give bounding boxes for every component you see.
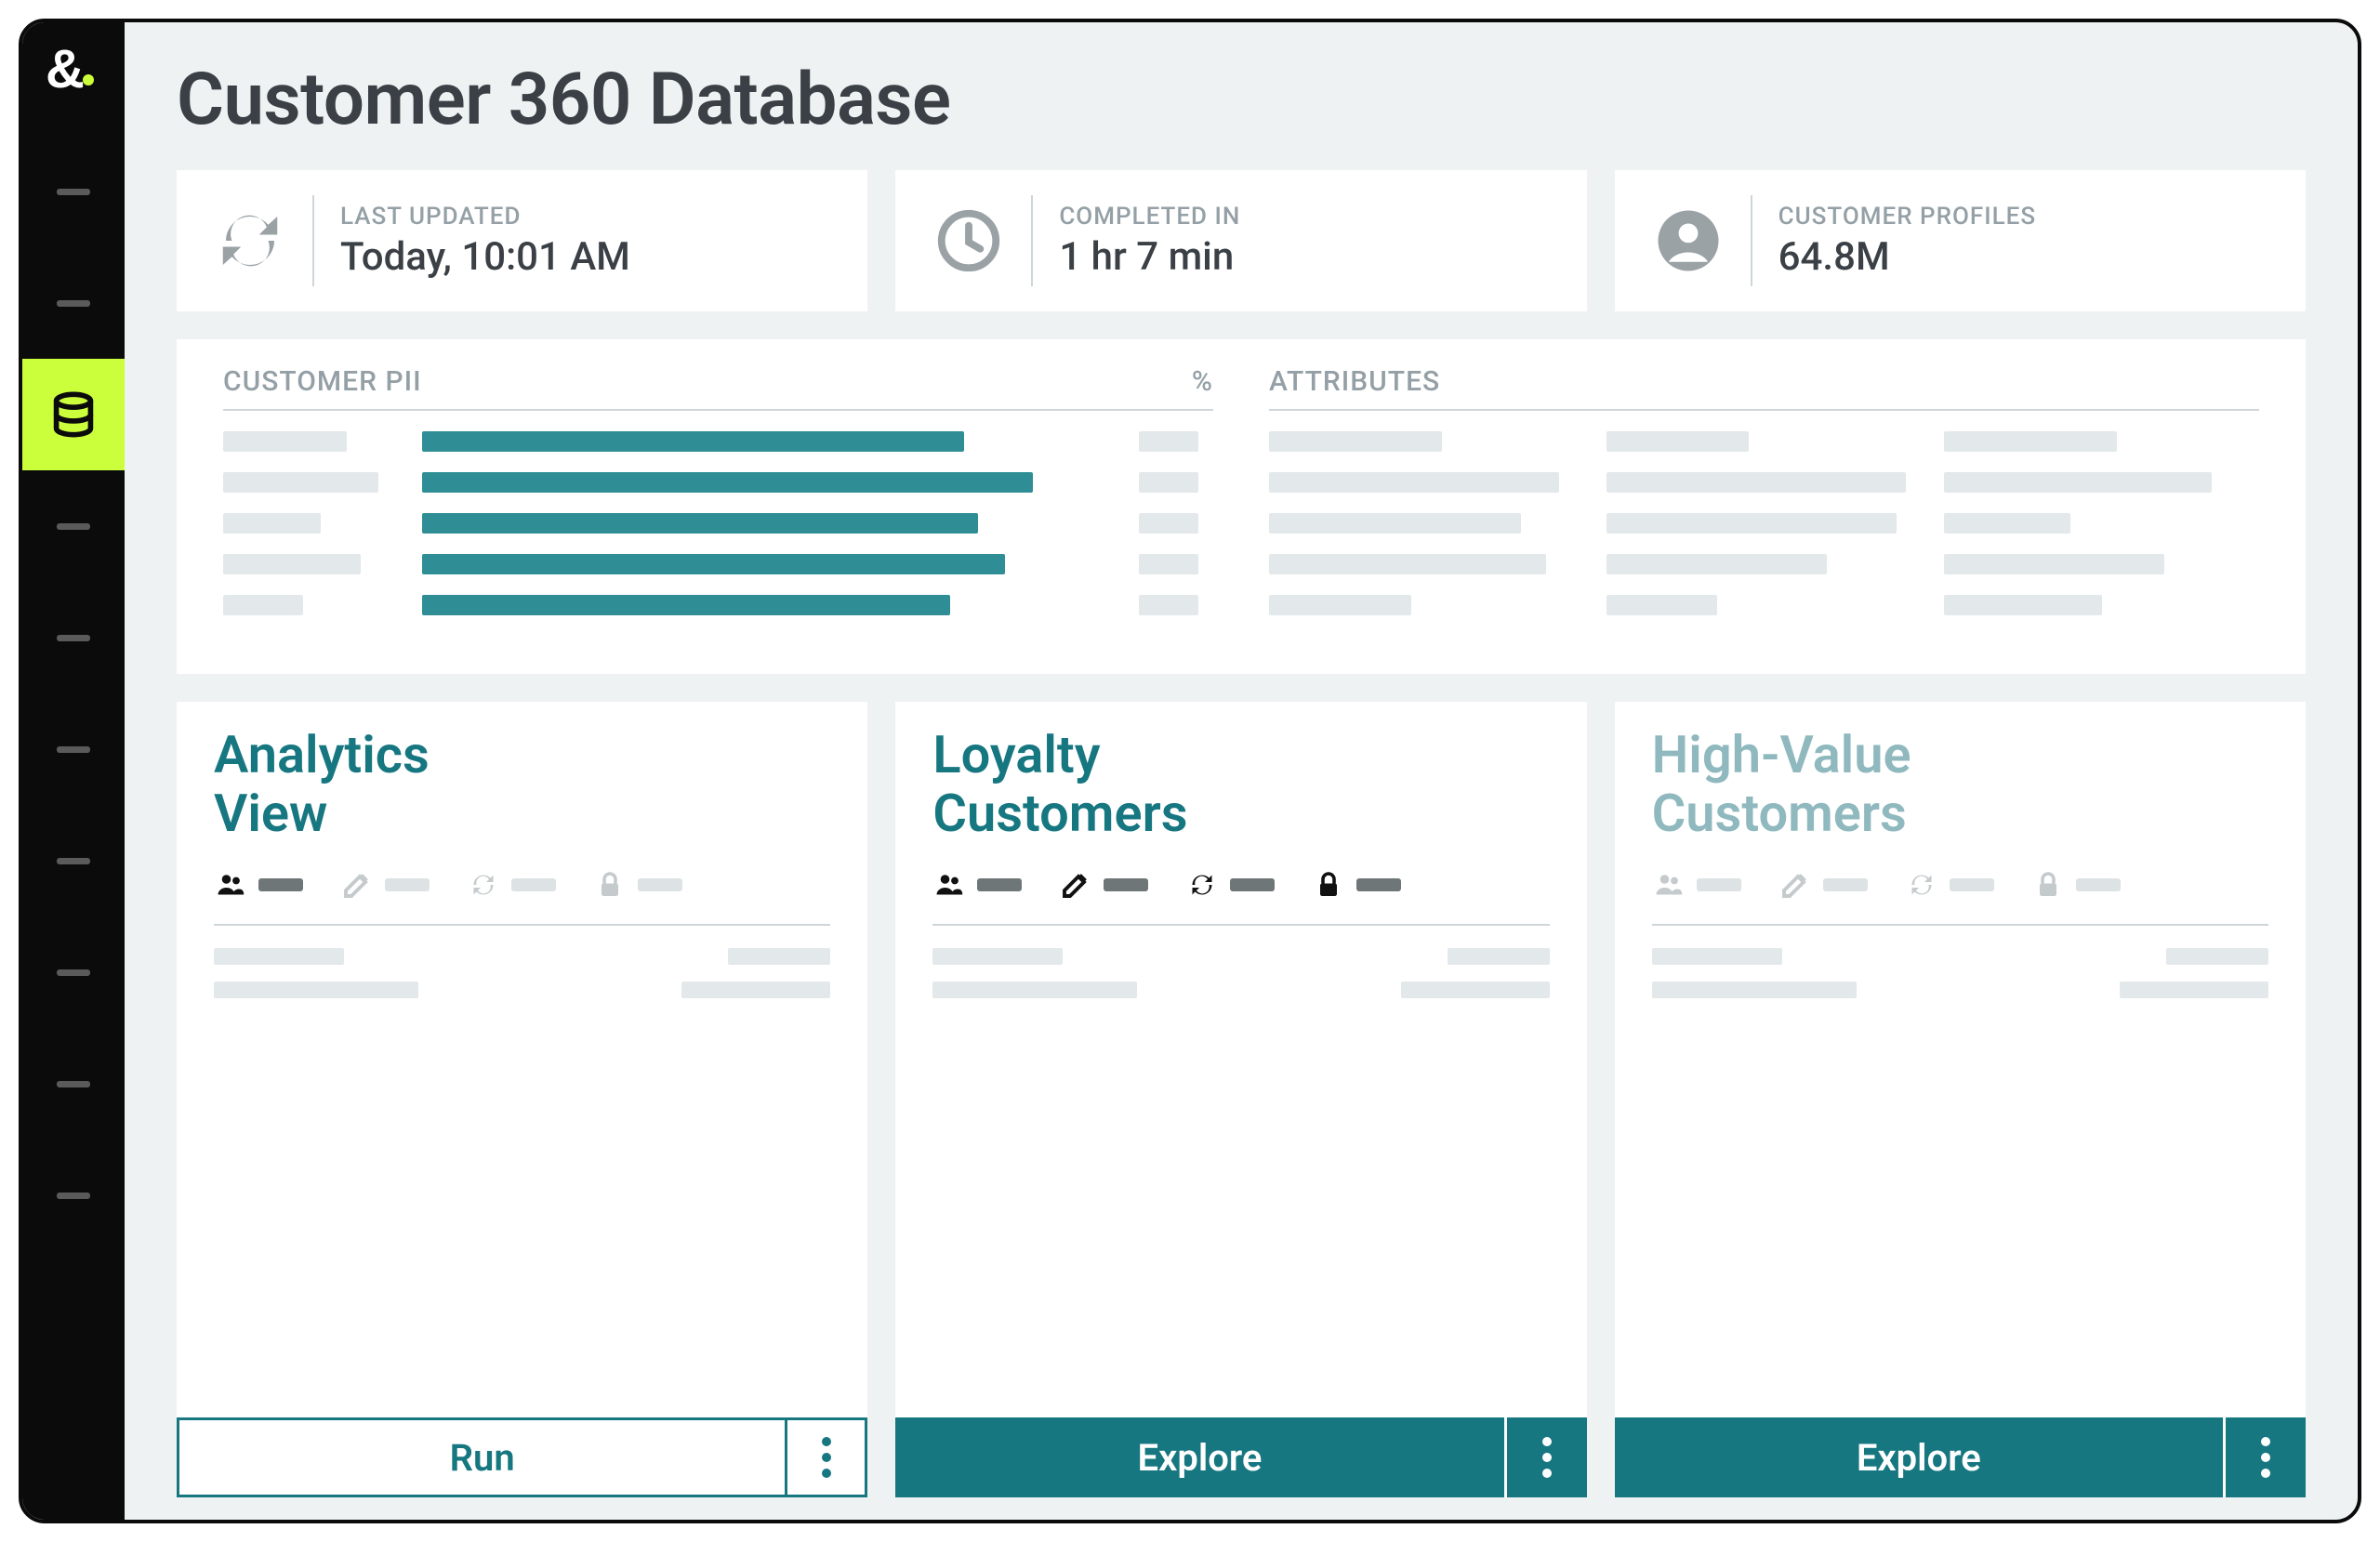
sync-icon [467,868,500,902]
sidebar-nav-item[interactable] [22,1028,125,1140]
card-status-icons [1652,868,2268,926]
panel-title: CUSTOMER PII [223,365,422,398]
sidebar-nav-database[interactable] [22,359,125,470]
card-status-icons [214,868,830,926]
explore-button[interactable]: Explore [1615,1417,2223,1497]
users-icon [214,868,247,902]
card-highvalue: High-Value Customers Explore [1615,702,2306,1497]
user-icon [1652,204,1725,277]
edit-icon [1778,868,1812,902]
edit-icon [340,868,374,902]
sidebar-nav-item[interactable] [22,470,125,582]
explore-button[interactable]: Explore [895,1417,1503,1497]
lock-icon [593,868,627,902]
stat-value: 64.8M [1778,234,2036,280]
stat-value: Today, 10:01 AM [340,234,630,280]
stat-last-updated: LAST UPDATED Today, 10:01 AM [177,170,867,311]
card-title: Loyalty Customers [932,726,1549,842]
brand-logo-icon: & [46,43,101,99]
card-title: Analytics View [214,726,830,842]
edit-icon [1059,868,1092,902]
card-menu-button[interactable] [1507,1417,1587,1497]
sync-icon [1905,868,1938,902]
sidebar-nav-item[interactable] [22,247,125,359]
sync-icon [1185,868,1219,902]
lock-icon [1312,868,1345,902]
card-status-icons [932,868,1549,926]
svg-text:&: & [46,43,85,99]
stat-customer-profiles: CUSTOMER PROFILES 64.8M [1615,170,2306,311]
refresh-icon [214,204,286,277]
page-title: Customer 360 Database [177,58,2306,142]
sidebar-nav-item[interactable] [22,805,125,916]
lock-icon [2031,868,2065,902]
more-vertical-icon [1542,1437,1552,1478]
stats-row: LAST UPDATED Today, 10:01 AM COMPLETED I… [177,170,2306,311]
panel-title: ATTRIBUTES [1269,365,1440,398]
users-icon [932,868,966,902]
run-button[interactable]: Run [177,1417,787,1497]
panel-pct-label: % [1192,365,1213,398]
card-loyalty: Loyalty Customers Explore [895,702,1586,1497]
sidebar-nav-item[interactable] [22,916,125,1028]
sidebar-nav-item[interactable] [22,582,125,693]
sidebar-nav-item[interactable] [22,1140,125,1251]
users-icon [1652,868,1686,902]
stat-label: CUSTOMER PROFILES [1778,203,2036,231]
card-analytics: Analytics View Run [177,702,867,1497]
stat-completed-in: COMPLETED IN 1 hr 7 min [895,170,1586,311]
more-vertical-icon [2261,1437,2270,1478]
attributes-panel: ATTRIBUTES [1269,365,2259,665]
card-menu-button[interactable] [2226,1417,2306,1497]
main-content: Customer 360 Database LAST UPDATED Today… [125,22,2358,1520]
sidebar: & [22,22,125,1520]
stat-label: COMPLETED IN [1059,203,1240,231]
database-icon [49,390,98,439]
sidebar-nav-item[interactable] [22,136,125,247]
stat-label: LAST UPDATED [340,203,630,231]
clock-icon [932,204,1005,277]
cards-row: Analytics View Run [177,702,2306,1497]
customer-pii-panel: CUSTOMER PII % [223,365,1213,665]
sidebar-nav-item[interactable] [22,693,125,805]
data-panels: CUSTOMER PII % ATTRIBUTES [177,339,2306,674]
card-title: High-Value Customers [1652,726,2268,842]
stat-value: 1 hr 7 min [1059,234,1240,280]
card-menu-button[interactable] [787,1417,867,1497]
more-vertical-icon [822,1437,831,1478]
